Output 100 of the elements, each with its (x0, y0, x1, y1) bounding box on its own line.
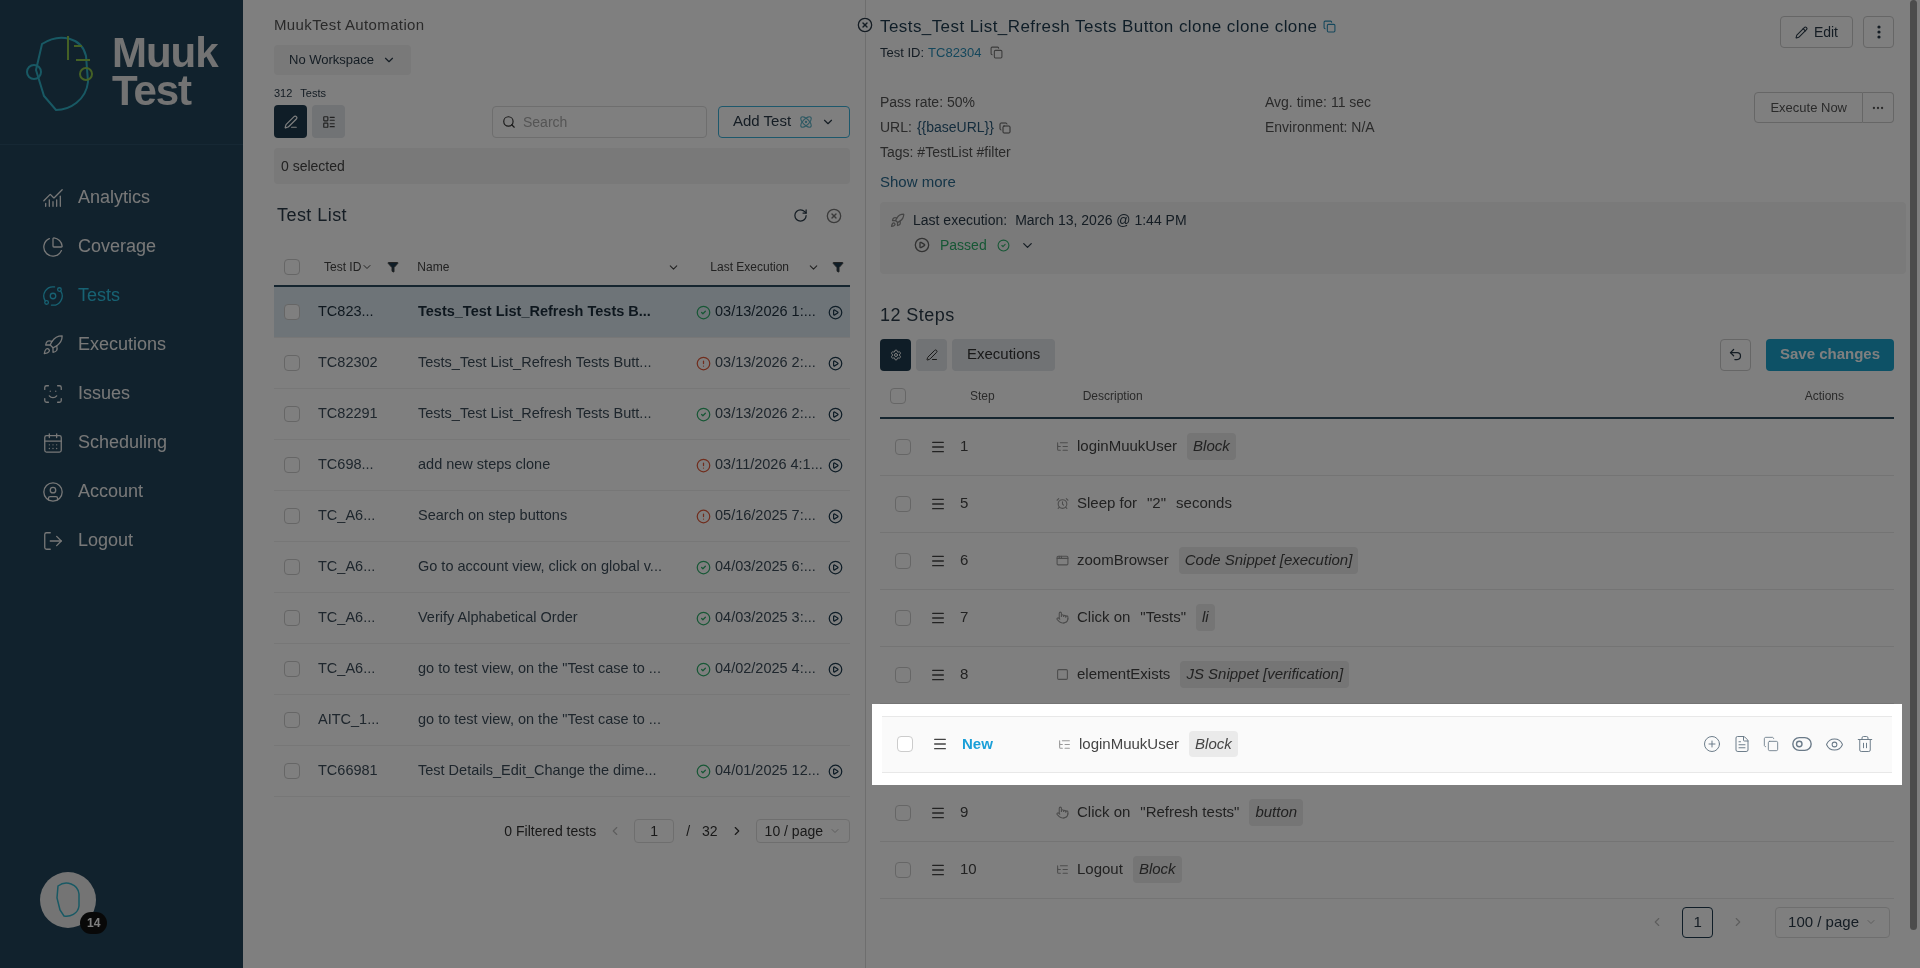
checkbox[interactable] (284, 610, 300, 626)
refresh-icon[interactable] (793, 208, 808, 223)
more-button[interactable] (1863, 16, 1894, 48)
edit-button[interactable]: Edit (1779, 16, 1853, 48)
checkbox[interactable] (895, 552, 911, 569)
step-row[interactable]: 7 Click on "Tests" li (880, 589, 1894, 647)
close-icon[interactable] (857, 17, 873, 33)
show-more-link[interactable]: Show more (880, 171, 1265, 194)
step-row[interactable]: 10 Logout Block (880, 841, 1894, 899)
page-button[interactable]: 1 (1682, 906, 1714, 938)
steps-tab[interactable] (916, 338, 947, 371)
checkbox[interactable] (284, 712, 300, 728)
test-name[interactable]: Verify Alphabetical Order (418, 607, 696, 629)
test-id-link[interactable]: TC82304 (928, 42, 982, 62)
add-test-button[interactable]: Add Test (718, 105, 850, 138)
play-icon[interactable] (914, 237, 930, 253)
play-icon[interactable] (828, 610, 843, 626)
test-row[interactable]: TC_A6... Go to account view, click on global v... 04/03/2025 6:... (274, 542, 850, 593)
test-name[interactable]: Go to account view, click on global v... (418, 556, 696, 578)
checkbox[interactable] (890, 387, 906, 404)
step-row[interactable]: 6 zoomBrowser Code Snippet [execution] (880, 532, 1894, 590)
checkbox[interactable] (895, 804, 911, 821)
step-row[interactable]: 5 Sleep for "2" seconds (880, 475, 1894, 533)
copy-icon[interactable] (989, 45, 1003, 59)
trash-icon[interactable] (1856, 735, 1874, 753)
checkbox[interactable] (284, 661, 300, 677)
test-name[interactable]: Tests_Test List_Refresh Tests Butt... (418, 403, 696, 425)
test-row[interactable]: TC698... add new steps clone 03/11/2026 4:1... (274, 440, 850, 491)
clear-icon[interactable] (826, 207, 842, 224)
nav-item[interactable]: Scheduling (0, 418, 243, 467)
column-header[interactable]: Name (417, 258, 450, 276)
test-name[interactable]: Tests_Test List_Refresh Tests B... (418, 301, 696, 323)
nav-item[interactable]: Executions (0, 320, 243, 369)
checkbox[interactable] (284, 763, 300, 779)
document-icon[interactable] (1733, 735, 1751, 753)
step-row[interactable]: New loginMuukUser Block (882, 715, 1892, 773)
checkbox[interactable] (284, 355, 300, 371)
test-name[interactable]: go to test view, on the "Test case to ... (418, 658, 696, 680)
test-row[interactable]: TC_A6... Search on step buttons 05/16/2025 7:... (274, 491, 850, 542)
view-toggle[interactable] (312, 105, 345, 138)
drag-handle-icon[interactable] (932, 736, 948, 752)
checkbox[interactable] (895, 861, 911, 878)
test-name[interactable]: Test Details_Edit_Change the dime... (418, 760, 696, 782)
nav-item[interactable]: Analytics (0, 173, 243, 222)
checkbox[interactable] (284, 457, 300, 473)
copy-icon[interactable] (1323, 20, 1337, 34)
play-icon[interactable] (828, 559, 843, 575)
checkbox[interactable] (895, 666, 911, 683)
step-row[interactable]: 1 loginMuukUser Block (880, 418, 1894, 476)
test-name[interactable]: Tests_Test List_Refresh Tests Butt... (418, 352, 696, 374)
checkbox[interactable] (284, 304, 300, 320)
page-size-select[interactable]: 10 / page (755, 819, 850, 843)
step-row[interactable]: 8 elementExists JS Snippet [verification] (880, 646, 1894, 704)
checkbox[interactable] (284, 508, 300, 524)
filter-icon[interactable] (832, 261, 844, 273)
copy-icon[interactable] (1763, 736, 1779, 752)
test-row[interactable]: TC66981 Test Details_Edit_Change the dime... 04/01/2025 12... (274, 746, 850, 797)
play-icon[interactable] (828, 661, 843, 677)
save-changes-button[interactable]: Save changes (1765, 338, 1894, 371)
checkbox[interactable] (284, 259, 300, 275)
page-input[interactable]: 1 (634, 819, 675, 843)
test-row[interactable]: AITC_1... go to test view, on the "Test case to ... (274, 695, 850, 746)
checkbox[interactable] (895, 495, 911, 512)
play-icon[interactable] (828, 763, 843, 779)
test-row[interactable]: TC_A6... Verify Alphabetical Order 04/03/2025 3:... (274, 593, 850, 644)
checkbox[interactable] (895, 438, 911, 455)
test-row[interactable]: TC82302 Tests_Test List_Refresh Tests Butt... 03/13/2026 2:... (274, 338, 850, 389)
checkbox[interactable] (284, 559, 300, 575)
play-icon[interactable] (828, 355, 843, 371)
step-row[interactable]: 9 Click on "Refresh tests" button (880, 784, 1894, 842)
copy-icon[interactable] (999, 121, 1011, 134)
play-icon[interactable] (828, 406, 843, 422)
undo-button[interactable] (1719, 338, 1751, 371)
nav-item[interactable]: Account (0, 467, 243, 516)
test-name[interactable]: go to test view, on the "Test case to ... (418, 709, 696, 731)
nav-item[interactable]: Issues (0, 369, 243, 418)
filter-icon[interactable] (387, 261, 400, 273)
execute-now-button[interactable]: Execute Now (1754, 92, 1863, 123)
checkbox[interactable] (895, 609, 911, 626)
nav-item[interactable]: Coverage (0, 222, 243, 271)
page-size-select[interactable]: 100 / page (1775, 906, 1890, 938)
workspace-dropdown[interactable]: No Workspace (274, 44, 411, 75)
scrollbar[interactable] (1910, 0, 1917, 930)
add-step-icon[interactable] (1703, 735, 1721, 753)
test-name[interactable]: add new steps clone (418, 454, 696, 476)
play-icon[interactable] (828, 457, 843, 473)
nav-item[interactable]: Logout (0, 516, 243, 565)
checkbox[interactable] (284, 406, 300, 422)
steps-tab[interactable]: Executions (952, 338, 1056, 371)
test-row[interactable]: TC823... Tests_Test List_Refresh Tests B... 03/13/2026 1:... (274, 287, 850, 338)
play-icon[interactable] (828, 304, 843, 320)
column-header[interactable]: Test ID (324, 258, 362, 276)
test-row[interactable]: TC_A6... go to test view, on the "Test case to ... 04/02/2025 4:... (274, 644, 850, 695)
checkbox[interactable] (897, 736, 913, 752)
nav-item[interactable]: Tests (0, 271, 243, 320)
test-row[interactable]: TC82291 Tests_Test List_Refresh Tests Butt... 03/13/2026 2:... (274, 389, 850, 440)
play-icon[interactable] (828, 508, 843, 524)
view-toggle[interactable] (274, 105, 307, 138)
steps-tab[interactable] (880, 338, 911, 371)
column-header[interactable]: Last Execution (710, 258, 789, 276)
